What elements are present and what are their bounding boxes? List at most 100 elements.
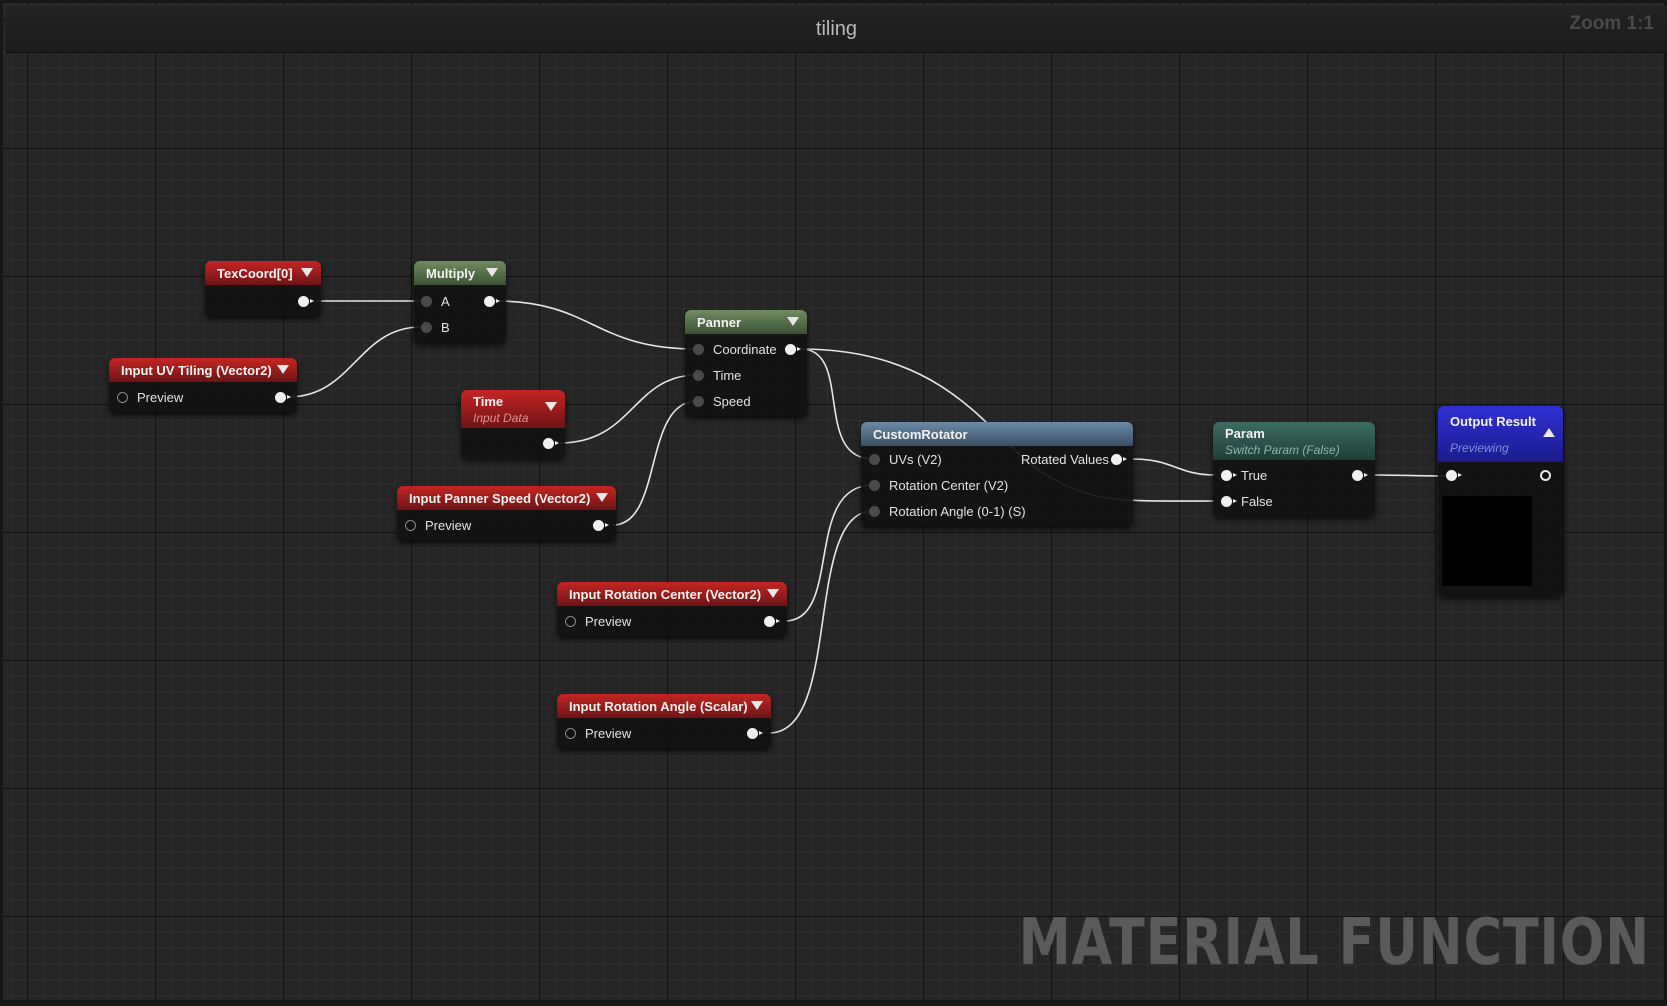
node-title: Time — [473, 393, 504, 409]
chevron-down-icon[interactable] — [301, 268, 313, 277]
output-pin[interactable] — [785, 344, 801, 355]
node-subtitle: Previewing — [1450, 440, 1509, 455]
node-title: CustomRotator — [873, 426, 968, 442]
input-pin-speed[interactable] — [693, 396, 704, 407]
node-header[interactable]: Output Result Previewing — [1438, 406, 1563, 462]
chevron-down-icon[interactable] — [767, 589, 779, 598]
output-pin[interactable] — [593, 520, 609, 531]
chevron-down-icon[interactable] — [596, 493, 608, 502]
input-pin-rotation-center[interactable] — [869, 480, 880, 491]
pin-label-preview: Preview — [137, 389, 184, 405]
input-pin[interactable] — [1446, 470, 1462, 481]
input-pin-b[interactable] — [421, 322, 432, 333]
chevron-down-icon[interactable] — [787, 317, 799, 326]
graph-canvas[interactable]: tiling Zoom 1:1 MATERIAL FUNCTION TexCoo… — [0, 0, 1667, 1003]
preview-thumbnail — [1442, 496, 1532, 586]
pin-label-time: Time — [713, 367, 742, 383]
output-pin[interactable] — [1352, 470, 1368, 481]
input-pin-rotation-angle[interactable] — [869, 506, 880, 517]
chevron-up-icon[interactable] — [1543, 428, 1555, 437]
input-pin-true[interactable] — [1221, 470, 1237, 481]
pin-label-speed: Speed — [713, 393, 751, 409]
preview-input-pin[interactable] — [117, 392, 128, 403]
wire-time-to-panner-time[interactable] — [559, 374, 698, 444]
node-texcoord[interactable]: TexCoord[0] — [205, 261, 321, 316]
chevron-down-icon[interactable] — [277, 365, 289, 374]
node-multiply[interactable]: Multiply A B — [414, 261, 506, 343]
node-header[interactable]: Panner — [685, 310, 807, 334]
graph-title: tiling — [815, 17, 858, 40]
node-header[interactable]: Input Rotation Center (Vector2) — [557, 582, 787, 606]
wire-rotator-to-param-true[interactable] — [1132, 458, 1216, 476]
output-pin[interactable] — [1111, 454, 1127, 465]
preview-input-pin[interactable] — [565, 728, 576, 739]
node-time[interactable]: Time Input Data — [461, 390, 565, 458]
node-custom-rotator[interactable]: CustomRotator UVs (V2) Rotated Values Ro… — [861, 422, 1133, 526]
node-panner[interactable]: Panner Coordinate Time Speed — [685, 310, 807, 416]
pin-label-uvs: UVs (V2) — [889, 451, 942, 467]
node-header[interactable]: Time Input Data — [461, 390, 565, 428]
input-pin-uvs[interactable] — [869, 454, 880, 465]
node-title: TexCoord[0] — [217, 265, 293, 281]
wire-layer — [287, 300, 1447, 734]
input-pin-false[interactable] — [1221, 496, 1237, 507]
output-pin[interactable] — [298, 296, 314, 307]
pin-label-preview: Preview — [425, 517, 472, 533]
node-title: Output Result — [1450, 413, 1536, 429]
output-pin[interactable] — [1540, 470, 1551, 481]
node-output-result[interactable]: Output Result Previewing — [1438, 406, 1563, 596]
node-title: Param — [1225, 425, 1265, 441]
pin-label-coordinate: Coordinate — [713, 341, 777, 357]
node-title: Input Rotation Angle (Scalar) — [569, 698, 748, 714]
graph-type-watermark: MATERIAL FUNCTION — [1018, 906, 1650, 980]
input-pin-time[interactable] — [693, 370, 704, 381]
pin-label-rotation-center: Rotation Center (V2) — [889, 477, 1009, 493]
node-title: Panner — [697, 314, 742, 330]
pin-label-preview: Preview — [585, 725, 632, 741]
pin-label-false: False — [1241, 493, 1273, 509]
output-pin[interactable] — [275, 392, 291, 403]
output-pin[interactable] — [543, 438, 559, 449]
wire-param-to-output[interactable] — [1372, 474, 1447, 477]
preview-input-pin[interactable] — [405, 520, 416, 531]
node-title: Input Rotation Center (Vector2) — [569, 586, 762, 602]
input-pin-coordinate[interactable] — [693, 344, 704, 355]
node-title: Input Panner Speed (Vector2) — [409, 490, 591, 506]
graph-title-bar: tiling — [6, 6, 1667, 53]
pin-label-true: True — [1241, 467, 1268, 483]
node-header[interactable]: Input UV Tiling (Vector2) — [109, 358, 297, 382]
node-header[interactable]: Multiply — [414, 261, 506, 285]
chevron-down-icon[interactable] — [486, 268, 498, 277]
node-subtitle: Switch Param (False) — [1225, 442, 1340, 457]
node-header[interactable]: TexCoord[0] — [205, 261, 321, 285]
zoom-level: Zoom 1:1 — [1569, 13, 1654, 34]
input-pin-a[interactable] — [421, 296, 432, 307]
node-title: Multiply — [426, 265, 476, 281]
output-pin[interactable] — [747, 728, 763, 739]
output-pin[interactable] — [764, 616, 780, 627]
chevron-down-icon[interactable] — [545, 402, 557, 411]
node-input-rotation-center[interactable]: Input Rotation Center (Vector2) Preview — [557, 582, 787, 636]
node-header[interactable]: CustomRotator — [861, 422, 1133, 446]
node-header[interactable]: Input Rotation Angle (Scalar) — [557, 694, 771, 718]
node-subtitle: Input Data — [473, 410, 529, 425]
wire-pannerspeed-to-panner-speed[interactable] — [612, 400, 698, 526]
node-input-rotation-angle[interactable]: Input Rotation Angle (Scalar) Preview — [557, 694, 771, 748]
pin-label-b: B — [441, 319, 450, 335]
node-header[interactable]: Input Panner Speed (Vector2) — [397, 486, 616, 510]
pin-label-rotated-values: Rotated Values — [1021, 451, 1109, 467]
pin-label-preview: Preview — [585, 613, 632, 629]
node-title: Input UV Tiling (Vector2) — [121, 362, 272, 378]
node-input-panner-speed[interactable]: Input Panner Speed (Vector2) Preview — [397, 486, 616, 540]
output-pin[interactable] — [484, 296, 500, 307]
chevron-down-icon[interactable] — [751, 701, 763, 710]
wire-uvtiling-to-multiply-b[interactable] — [287, 326, 422, 398]
wire-rotcenter-to-rotator-center[interactable] — [784, 484, 874, 622]
preview-input-pin[interactable] — [565, 616, 576, 627]
node-header[interactable]: Param Switch Param (False) — [1213, 422, 1375, 460]
node-param-switch[interactable]: Param Switch Param (False) True False — [1213, 422, 1375, 516]
pin-label-rotation-angle: Rotation Angle (0-1) (S) — [889, 503, 1026, 519]
wire-multiply-to-panner-coordinate[interactable] — [494, 300, 698, 350]
node-input-uv-tiling[interactable]: Input UV Tiling (Vector2) Preview — [109, 358, 297, 412]
pin-label-a: A — [441, 293, 450, 309]
